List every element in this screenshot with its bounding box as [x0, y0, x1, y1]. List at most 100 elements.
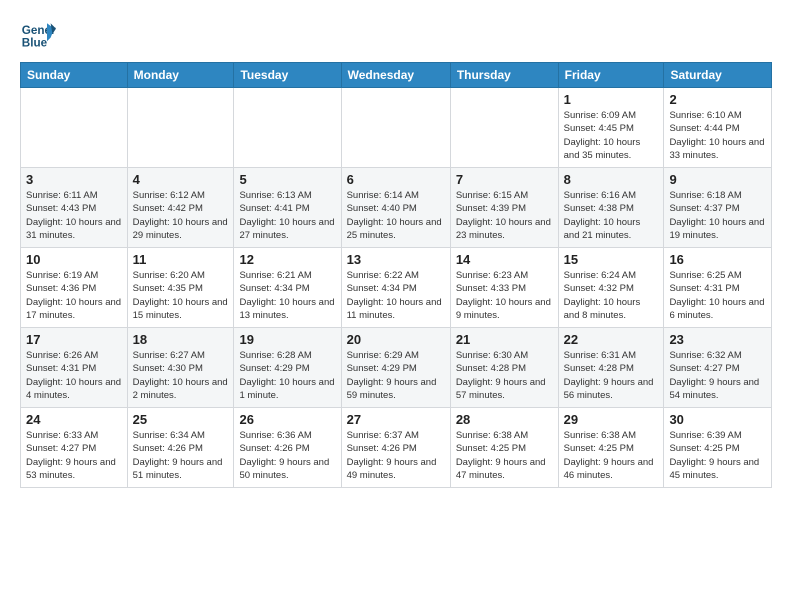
day-cell [234, 88, 341, 168]
day-info: Sunrise: 6:25 AM Sunset: 4:31 PM Dayligh… [669, 269, 766, 322]
day-info: Sunrise: 6:22 AM Sunset: 4:34 PM Dayligh… [347, 269, 445, 322]
day-info: Sunrise: 6:38 AM Sunset: 4:25 PM Dayligh… [564, 429, 659, 482]
day-cell: 11Sunrise: 6:20 AM Sunset: 4:35 PM Dayli… [127, 248, 234, 328]
day-info: Sunrise: 6:31 AM Sunset: 4:28 PM Dayligh… [564, 349, 659, 402]
day-cell: 16Sunrise: 6:25 AM Sunset: 4:31 PM Dayli… [664, 248, 772, 328]
calendar-table: SundayMondayTuesdayWednesdayThursdayFrid… [20, 62, 772, 488]
day-info: Sunrise: 6:09 AM Sunset: 4:45 PM Dayligh… [564, 109, 659, 162]
day-cell [341, 88, 450, 168]
day-info: Sunrise: 6:37 AM Sunset: 4:26 PM Dayligh… [347, 429, 445, 482]
day-number: 2 [669, 92, 766, 107]
page: General Blue SundayMondayTuesdayWednesda… [0, 0, 792, 498]
day-cell: 28 Sunrise: 6:38 AM Sunset: 4:25 PM Dayli… [450, 408, 558, 488]
day-info: Sunrise: 6:34 AM Sunset: 4:26 PM Dayligh… [133, 429, 229, 482]
day-number: 24 [26, 412, 122, 427]
day-number: 29 [564, 412, 659, 427]
weekday-header-thursday: Thursday [450, 63, 558, 88]
day-info: Sunrise: 6:30 AM Sunset: 4:28 PM Dayligh… [456, 349, 553, 402]
week-row-3: 10 Sunrise: 6:19 AM Sunset: 4:36 PM Dayli… [21, 248, 772, 328]
day-cell: 7 Sunrise: 6:15 AM Sunset: 4:39 PM Daylig… [450, 168, 558, 248]
day-info: Sunrise: 6:11 AM Sunset: 4:43 PM Dayligh… [26, 189, 122, 242]
week-row-1: 1 Sunrise: 6:09 AM Sunset: 4:45 PM Daylig… [21, 88, 772, 168]
day-info: Sunrise: 6:19 AM Sunset: 4:36 PM Dayligh… [26, 269, 122, 322]
week-row-2: 3 Sunrise: 6:11 AM Sunset: 4:43 PM Daylig… [21, 168, 772, 248]
day-number: 28 [456, 412, 553, 427]
day-number: 9 [669, 172, 766, 187]
day-cell: 3 Sunrise: 6:11 AM Sunset: 4:43 PM Daylig… [21, 168, 128, 248]
day-info: Sunrise: 6:21 AM Sunset: 4:34 PM Dayligh… [239, 269, 335, 322]
day-info: Sunrise: 6:39 AM Sunset: 4:25 PM Dayligh… [669, 429, 766, 482]
day-number: 19 [239, 332, 335, 347]
day-cell: 18 Sunrise: 6:27 AM Sunset: 4:30 PM Dayli… [127, 328, 234, 408]
day-number: 17 [26, 332, 122, 347]
day-cell: 8 Sunrise: 6:16 AM Sunset: 4:38 PM Daylig… [558, 168, 664, 248]
day-number: 3 [26, 172, 122, 187]
day-number: 13 [347, 252, 445, 267]
day-number: 22 [564, 332, 659, 347]
day-cell: 6Sunrise: 6:14 AM Sunset: 4:40 PM Daylig… [341, 168, 450, 248]
week-row-5: 24 Sunrise: 6:33 AM Sunset: 4:27 PM Dayli… [21, 408, 772, 488]
day-number: 8 [564, 172, 659, 187]
day-info: Sunrise: 6:32 AM Sunset: 4:27 PM Dayligh… [669, 349, 766, 402]
day-info: Sunrise: 6:14 AM Sunset: 4:40 PM Dayligh… [347, 189, 445, 242]
day-cell: 25 Sunrise: 6:34 AM Sunset: 4:26 PM Dayli… [127, 408, 234, 488]
day-number: 4 [133, 172, 229, 187]
day-cell: 26Sunrise: 6:36 AM Sunset: 4:26 PM Dayli… [234, 408, 341, 488]
day-number: 5 [239, 172, 335, 187]
day-cell [21, 88, 128, 168]
day-cell [127, 88, 234, 168]
weekday-header-saturday: Saturday [664, 63, 772, 88]
generalblue-logo-icon: General Blue [20, 16, 56, 52]
day-number: 27 [347, 412, 445, 427]
day-number: 21 [456, 332, 553, 347]
weekday-header-wednesday: Wednesday [341, 63, 450, 88]
day-cell: 20 Sunrise: 6:29 AM Sunset: 4:29 PM Dayli… [341, 328, 450, 408]
day-cell: 9 Sunrise: 6:18 AM Sunset: 4:37 PM Daylig… [664, 168, 772, 248]
weekday-header-friday: Friday [558, 63, 664, 88]
weekday-header-tuesday: Tuesday [234, 63, 341, 88]
day-number: 23 [669, 332, 766, 347]
day-info: Sunrise: 6:38 AM Sunset: 4:25 PM Dayligh… [456, 429, 553, 482]
day-info: Sunrise: 6:23 AM Sunset: 4:33 PM Dayligh… [456, 269, 553, 322]
weekday-header-row: SundayMondayTuesdayWednesdayThursdayFrid… [21, 63, 772, 88]
day-cell: 22 Sunrise: 6:31 AM Sunset: 4:28 PM Dayli… [558, 328, 664, 408]
day-number: 25 [133, 412, 229, 427]
day-info: Sunrise: 6:27 AM Sunset: 4:30 PM Dayligh… [133, 349, 229, 402]
day-info: Sunrise: 6:16 AM Sunset: 4:38 PM Dayligh… [564, 189, 659, 242]
day-info: Sunrise: 6:28 AM Sunset: 4:29 PM Dayligh… [239, 349, 335, 402]
day-cell: 13 Sunrise: 6:22 AM Sunset: 4:34 PM Dayli… [341, 248, 450, 328]
day-number: 15 [564, 252, 659, 267]
day-cell: 17 Sunrise: 6:26 AM Sunset: 4:31 PM Dayli… [21, 328, 128, 408]
day-cell: 2 Sunrise: 6:10 AM Sunset: 4:44 PM Daylig… [664, 88, 772, 168]
day-info: Sunrise: 6:33 AM Sunset: 4:27 PM Dayligh… [26, 429, 122, 482]
day-cell: 21 Sunrise: 6:30 AM Sunset: 4:28 PM Dayli… [450, 328, 558, 408]
day-cell: 12Sunrise: 6:21 AM Sunset: 4:34 PM Dayli… [234, 248, 341, 328]
day-number: 20 [347, 332, 445, 347]
day-cell: 27 Sunrise: 6:37 AM Sunset: 4:26 PM Dayli… [341, 408, 450, 488]
day-cell: 24 Sunrise: 6:33 AM Sunset: 4:27 PM Dayli… [21, 408, 128, 488]
day-info: Sunrise: 6:36 AM Sunset: 4:26 PM Dayligh… [239, 429, 335, 482]
day-info: Sunrise: 6:13 AM Sunset: 4:41 PM Dayligh… [239, 189, 335, 242]
svg-text:Blue: Blue [22, 37, 48, 50]
day-number: 7 [456, 172, 553, 187]
day-number: 1 [564, 92, 659, 107]
day-info: Sunrise: 6:12 AM Sunset: 4:42 PM Dayligh… [133, 189, 229, 242]
day-cell: 4 Sunrise: 6:12 AM Sunset: 4:42 PM Daylig… [127, 168, 234, 248]
day-info: Sunrise: 6:15 AM Sunset: 4:39 PM Dayligh… [456, 189, 553, 242]
day-number: 18 [133, 332, 229, 347]
day-info: Sunrise: 6:18 AM Sunset: 4:37 PM Dayligh… [669, 189, 766, 242]
day-cell: 14Sunrise: 6:23 AM Sunset: 4:33 PM Dayli… [450, 248, 558, 328]
day-info: Sunrise: 6:10 AM Sunset: 4:44 PM Dayligh… [669, 109, 766, 162]
day-cell: 1 Sunrise: 6:09 AM Sunset: 4:45 PM Daylig… [558, 88, 664, 168]
weekday-header-sunday: Sunday [21, 63, 128, 88]
day-info: Sunrise: 6:29 AM Sunset: 4:29 PM Dayligh… [347, 349, 445, 402]
day-number: 10 [26, 252, 122, 267]
weekday-header-monday: Monday [127, 63, 234, 88]
day-info: Sunrise: 6:26 AM Sunset: 4:31 PM Dayligh… [26, 349, 122, 402]
day-cell [450, 88, 558, 168]
header: General Blue [20, 16, 772, 52]
day-cell: 23 Sunrise: 6:32 AM Sunset: 4:27 PM Dayli… [664, 328, 772, 408]
day-cell: 10 Sunrise: 6:19 AM Sunset: 4:36 PM Dayli… [21, 248, 128, 328]
day-cell: 19 Sunrise: 6:28 AM Sunset: 4:29 PM Dayli… [234, 328, 341, 408]
day-cell: 30Sunrise: 6:39 AM Sunset: 4:25 PM Dayli… [664, 408, 772, 488]
